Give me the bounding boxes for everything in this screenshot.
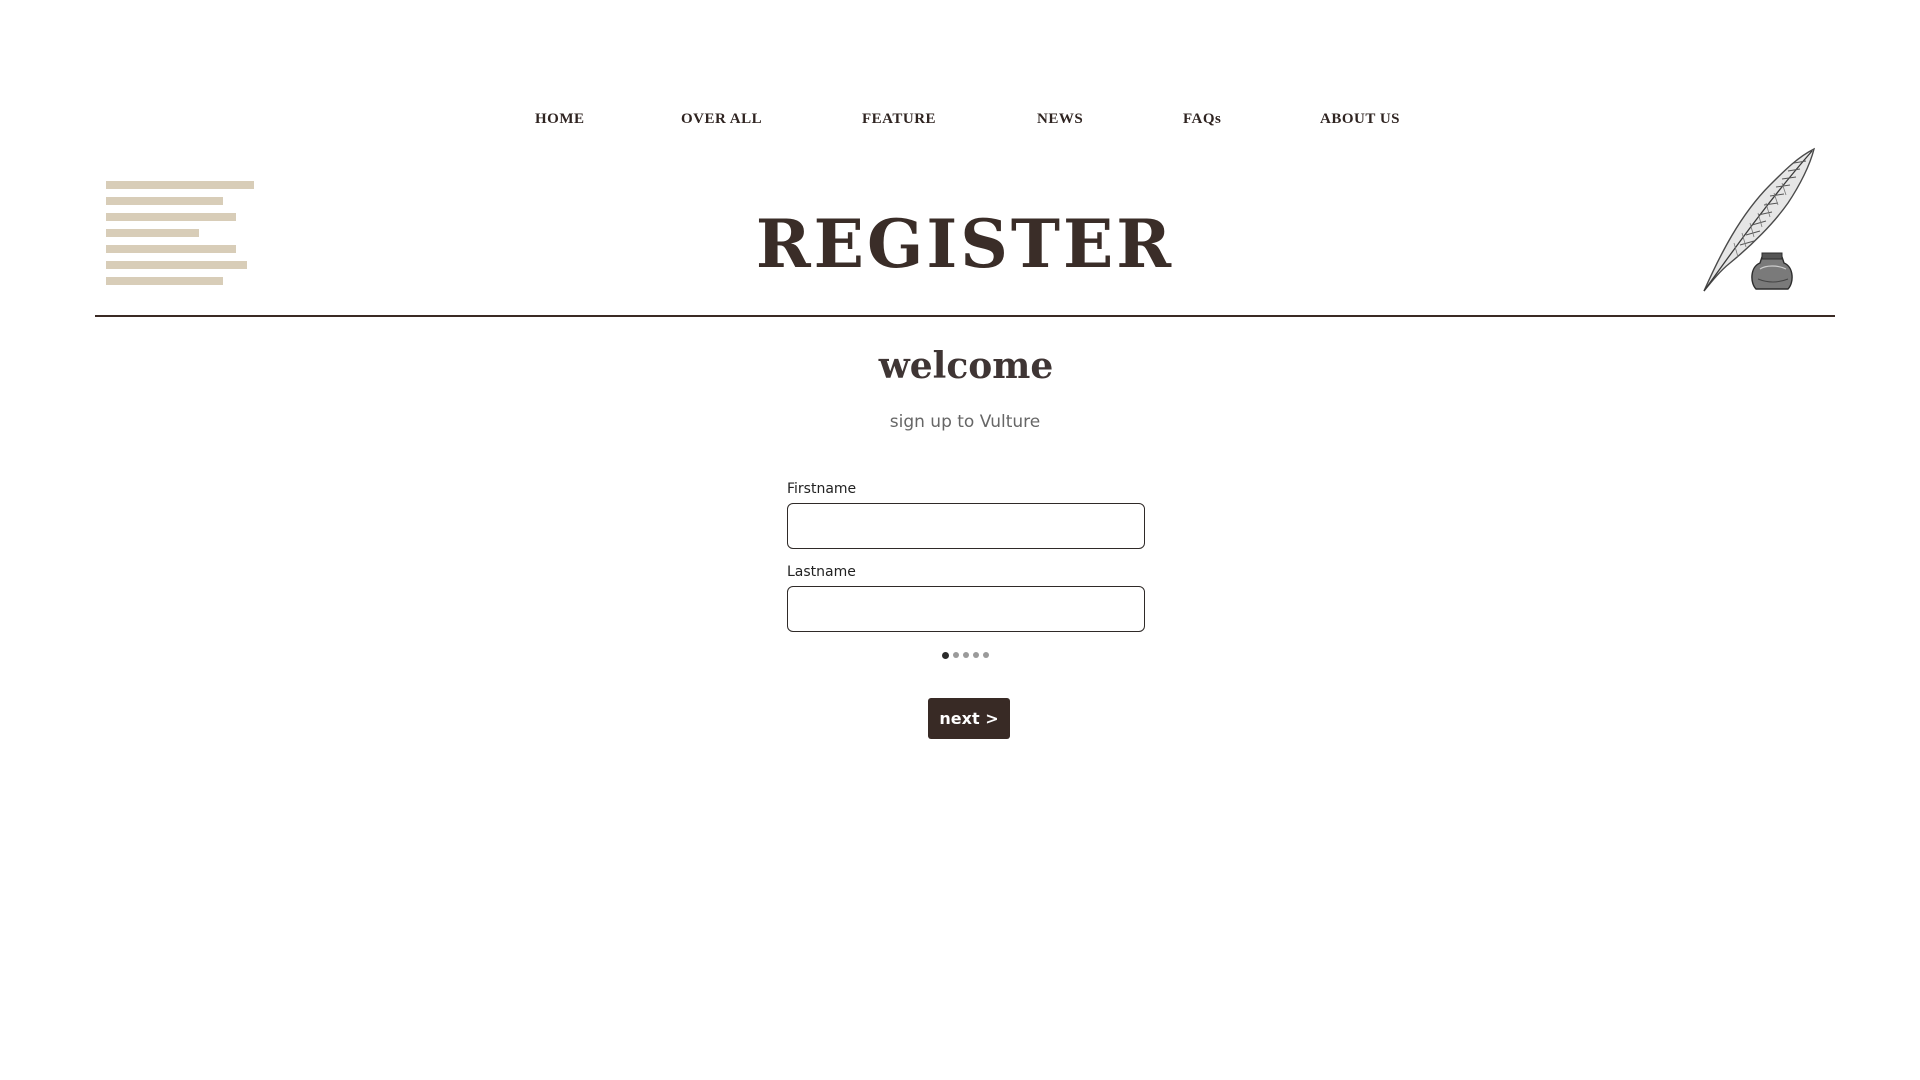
next-button[interactable]: next >: [928, 698, 1010, 739]
header-divider: [95, 315, 1835, 317]
nav-feature-link[interactable]: FEATURE: [862, 111, 936, 128]
firstname-label: Firstname: [787, 481, 857, 497]
signup-subtitle: sign up to Vulture: [889, 412, 1041, 432]
step-dot: [973, 652, 979, 658]
nav-news-link[interactable]: NEWS: [1037, 111, 1083, 128]
register-page: HOME OVER ALL FEATURE NEWS FAQs ABOUT US…: [0, 0, 1920, 1080]
step-dot: [983, 652, 989, 658]
nav-faqs-link[interactable]: FAQs: [1183, 111, 1221, 128]
nav-over-all-link[interactable]: OVER ALL: [681, 111, 762, 128]
step-dot-active: [942, 651, 949, 659]
quill-inkwell-icon: [1700, 145, 1820, 300]
top-nav: HOME OVER ALL FEATURE NEWS FAQs ABOUT US: [0, 111, 1920, 137]
step-dot: [963, 652, 969, 658]
step-dot: [953, 652, 959, 658]
nav-about-us-link[interactable]: ABOUT US: [1320, 111, 1400, 128]
firstname-input[interactable]: [787, 503, 1145, 549]
welcome-heading: welcome: [878, 345, 1054, 387]
step-indicator: [942, 651, 989, 659]
lastname-label: Lastname: [787, 564, 856, 580]
nav-home-link[interactable]: HOME: [535, 111, 585, 128]
lastname-input[interactable]: [787, 586, 1145, 632]
page-title: REGISTER: [755, 205, 1175, 283]
